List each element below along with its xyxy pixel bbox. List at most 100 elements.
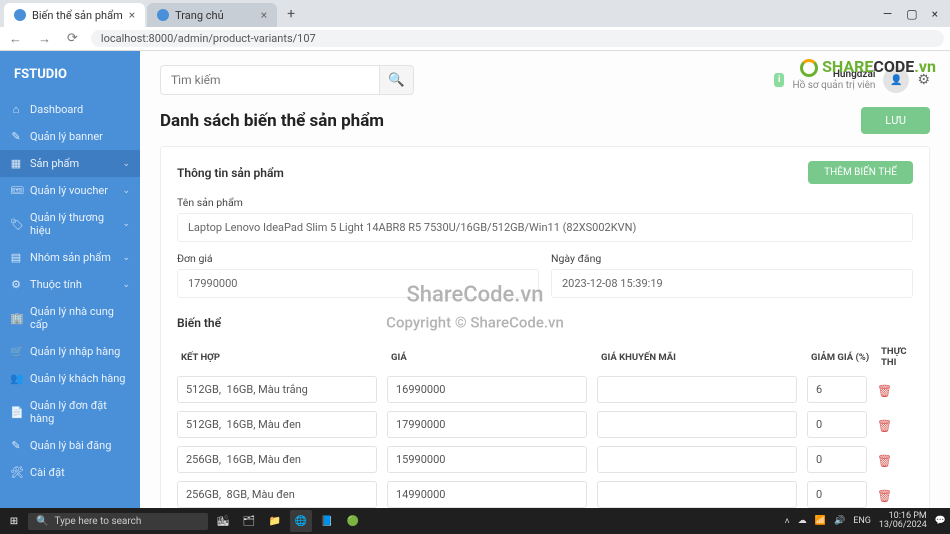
variant-promo-input[interactable] [597,376,797,403]
variant-combo-input[interactable] [177,376,377,403]
tray-volume-icon[interactable]: 🔊 [834,516,845,526]
sidebar-icon: 👥 [10,372,22,385]
search-input[interactable] [160,65,380,95]
col-combo-header: KẾT HỢP [181,352,381,363]
variant-discount-input[interactable] [807,411,867,438]
sidebar-item[interactable]: ✎Quản lý bài đăng [0,432,140,459]
tray-chevron-icon[interactable]: ˄ [785,516,790,527]
sidebar-item-label: Quản lý thương hiệu [30,211,114,237]
variant-price-input[interactable] [387,411,587,438]
trash-icon[interactable]: 🗑 [877,489,892,503]
tab-active[interactable]: Biến thể sản phẩm × [4,3,145,27]
url-input[interactable]: localhost:8000/admin/product-variants/10… [91,30,944,47]
taskbar-app-icon[interactable]: 🏙 [212,510,234,532]
sidebar-item[interactable]: 🛠Cài đặt [0,459,140,486]
variant-price-input[interactable] [387,376,587,403]
sidebar-item[interactable]: 🎟Quản lý voucher⌄ [0,177,140,204]
tab-label: Trang chủ [175,9,224,22]
window-close-icon[interactable]: × [932,7,938,21]
sidebar: FSTUDIO ⌂ Dashboard ✎Quản lý banner ▦ Sản ph… [0,51,140,508]
variant-price-input[interactable] [387,446,587,473]
variant-discount-input[interactable] [807,376,867,403]
col-discount-header: GIẢM GIÁ (%) [811,352,871,363]
sidebar-item-label: Sản phẩm [30,157,79,170]
sidebar-item-label: Quản lý đơn đặt hàng [30,399,130,425]
chevron-down-icon: ⌄ [122,186,130,196]
reload-icon[interactable]: ⟳ [64,31,81,46]
forward-icon[interactable]: → [35,31,54,47]
search-icon: 🔍 [36,516,48,527]
variant-promo-input[interactable] [597,411,797,438]
window-minimize-icon[interactable]: — [883,7,892,21]
add-variant-button[interactable]: THÊM BIẾN THỂ [808,161,913,184]
variant-promo-input[interactable] [597,481,797,508]
sidebar-item-label: Thuộc tính [30,278,82,291]
sidebar-item[interactable]: ✎Quản lý banner [0,123,140,150]
tray-wifi-icon[interactable]: 📶 [815,516,826,526]
page-title: Danh sách biến thể sản phẩm [160,111,384,131]
variant-row: 🗑 [177,376,913,403]
sidebar-item[interactable]: 🏢Quản lý nhà cung cấp [0,298,140,338]
sidebar-item[interactable]: 👥Quản lý khách hàng [0,365,140,392]
sidebar-icon: 🏢 [10,312,22,325]
trash-icon[interactable]: 🗑 [877,419,892,433]
watermark-logo: SHARECODE.vn [800,57,936,77]
variant-combo-input[interactable] [177,411,377,438]
sidebar-item[interactable]: 🏷Quản lý thương hiệu⌄ [0,204,140,244]
col-promo-header: GIÁ KHUYẾN MÃI [601,352,801,363]
variant-combo-input[interactable] [177,481,377,508]
taskbar-app-icon[interactable]: 🗂 [238,510,260,532]
taskbar-vscode-icon[interactable]: 📘 [316,510,338,532]
tab-inactive[interactable]: Trang chủ × [147,3,277,27]
chevron-down-icon: ⌄ [122,253,130,263]
sidebar-item[interactable]: 🛒Quản lý nhập hàng [0,338,140,365]
sidebar-icon: ⌂ [10,103,22,116]
tab-close-icon[interactable]: × [129,8,135,22]
sidebar-icon: ✎ [10,130,22,143]
col-price-header: GIÁ [391,352,591,363]
taskbar-app-icon[interactable]: 📁 [264,510,286,532]
info-badge[interactable]: i [774,73,784,87]
tray-cloud-icon[interactable]: ☁ [798,516,807,526]
start-button[interactable]: ⊞ [4,511,24,531]
sidebar-icon: ▦ [10,157,22,170]
sidebar-item[interactable]: ▦ Sản phẩm ⌄ [0,150,140,177]
brand: FSTUDIO [0,61,140,96]
sidebar-item[interactable]: ▤Nhóm sản phẩm⌄ [0,244,140,271]
trash-icon[interactable]: 🗑 [877,384,892,398]
chevron-down-icon: ⌄ [122,159,130,169]
col-action-header: THỰC THI [881,346,921,368]
variant-combo-input[interactable] [177,446,377,473]
tab-close-icon[interactable]: × [261,8,267,22]
save-button[interactable]: LƯU [861,107,930,134]
sidebar-icon: ▤ [10,251,22,264]
new-tab-button[interactable]: + [279,6,303,22]
variant-discount-input[interactable] [807,481,867,508]
tray-lang-icon[interactable]: ENG [853,516,871,526]
variant-discount-input[interactable] [807,446,867,473]
date-value: 2023-12-08 15:39:19 [551,269,913,298]
tray-notification-icon[interactable]: 💬 [935,516,946,526]
card-title: Thông tin sản phẩm [177,166,284,180]
price-label: Đơn giá [177,252,539,265]
product-name-value: Laptop Lenovo IdeaPad Slim 5 Light 14ABR… [177,213,913,242]
taskbar-chrome-icon[interactable]: 🌐 [290,510,312,532]
sidebar-item[interactable]: ⌂ Dashboard [0,96,140,123]
taskbar-clock[interactable]: 10:16 PM 13/06/2024 [879,512,927,531]
variant-price-input[interactable] [387,481,587,508]
trash-icon[interactable]: 🗑 [877,454,892,468]
product-name-label: Tên sản phẩm [177,196,913,209]
window-maximize-icon[interactable]: ▢ [906,7,917,21]
search-button[interactable]: 🔍 [380,65,414,95]
back-icon[interactable]: ← [6,31,25,47]
variants-section-title: Biến thể [177,316,913,330]
price-value: 17990000 [177,269,539,298]
variant-row: 🗑 [177,481,913,508]
taskbar-search[interactable]: 🔍 Type here to search [28,513,208,530]
taskbar-app-icon[interactable]: 🟢 [342,510,364,532]
sidebar-item[interactable]: 📄Quản lý đơn đặt hàng [0,392,140,432]
sidebar-item[interactable]: ⚙Thuộc tính⌄ [0,271,140,298]
sidebar-item-label: Quản lý nhập hàng [30,345,120,358]
variant-promo-input[interactable] [597,446,797,473]
sidebar-item-label: Dashboard [30,103,83,116]
